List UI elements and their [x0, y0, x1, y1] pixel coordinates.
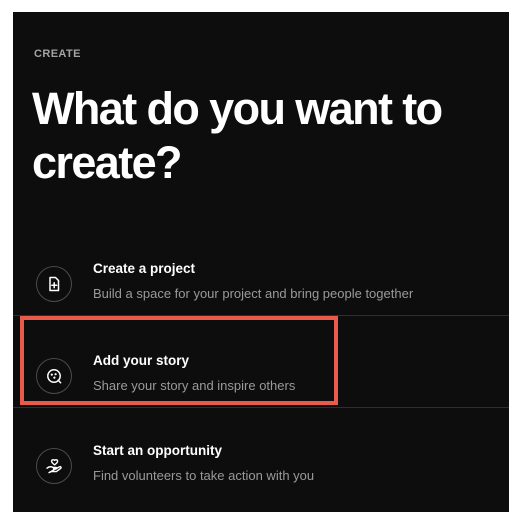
divider	[13, 315, 509, 316]
section-label: CREATE	[34, 48, 81, 60]
option-description: Share your story and inspire others	[93, 378, 296, 393]
create-panel: CREATE What do you want to create? Creat…	[13, 12, 509, 512]
add-story-option[interactable]: Add your story Share your story and insp…	[13, 333, 509, 425]
page-title: What do you want to create?	[32, 83, 443, 188]
option-title: Create a project	[93, 261, 196, 276]
option-description: Build a space for your project and bring…	[93, 286, 414, 301]
start-opportunity-option[interactable]: Start an opportunity Find volunteers to …	[13, 423, 509, 512]
document-plus-icon	[36, 266, 72, 302]
story-bubble-icon	[36, 358, 72, 394]
option-title: Start an opportunity	[93, 443, 222, 458]
option-description: Find volunteers to take action with you	[93, 468, 315, 483]
divider	[13, 407, 509, 408]
hand-heart-icon	[36, 448, 72, 484]
create-project-option[interactable]: Create a project Build a space for your …	[13, 241, 509, 333]
option-title: Add your story	[93, 353, 190, 368]
